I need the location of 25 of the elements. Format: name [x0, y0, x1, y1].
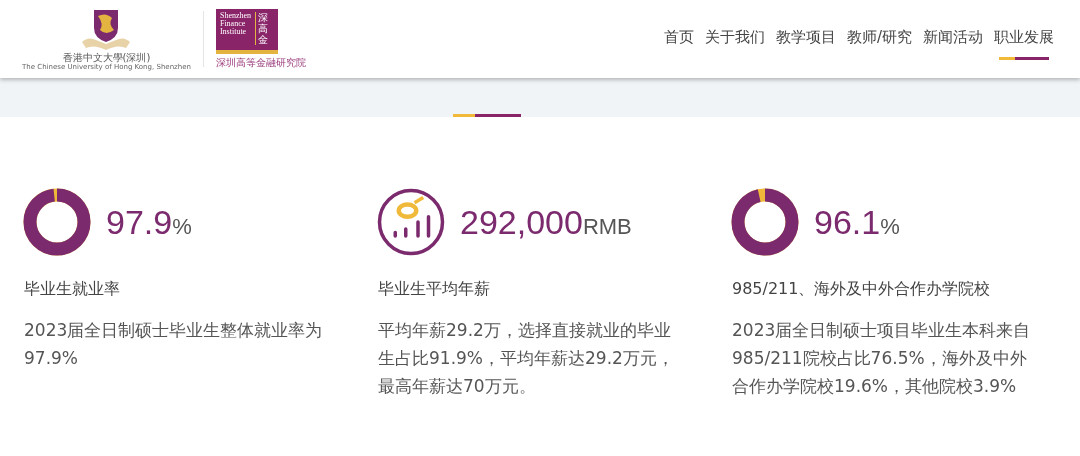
logo-text: 深高金 — [255, 11, 269, 45]
logo-text: Shenzhen — [219, 11, 252, 20]
stat-description: 2023届全日制硕士毕业生整体就业率为97.9% — [24, 319, 324, 370]
coin-chart-icon — [376, 187, 446, 257]
university-name: 香港中文大學(深圳) — [62, 51, 151, 63]
donut-chart-icon — [22, 187, 92, 257]
stat-label: 985/211、海外及中外合作办学院校 — [732, 279, 992, 300]
tab-indicator — [453, 114, 521, 117]
nav-link[interactable]: 职业发展 — [994, 28, 1054, 60]
stat-label: 毕业生平均年薪 — [378, 279, 491, 300]
nav-link[interactable]: 首页 — [663, 28, 694, 60]
nav-link[interactable]: 教师/研究 — [846, 28, 912, 60]
nav-link[interactable]: 教学项目 — [775, 28, 836, 60]
institute-name: 深圳高等金融研究院 — [215, 55, 306, 70]
stat-description: 2023届全日制硕士项目毕业生本科来自985/211院校占比76.5%，海外及中外合作办学院校19.6%，其他院校3.9% — [732, 319, 1032, 398]
donut-chart-icon — [730, 187, 800, 257]
stat-description: 平均年薪29.2万，选择直接就业的毕业生占比91.9%，平均年薪达29.2万元，最高年薪达70万元。 — [378, 319, 675, 398]
stat-label: 毕业生就业率 — [24, 279, 121, 300]
stat-value: 97.9% — [106, 202, 192, 242]
logo-text: Finance — [219, 19, 247, 28]
logo-text: Institute — [219, 28, 248, 37]
nav-link[interactable]: 新闻活动 — [923, 28, 983, 60]
stat-value: 292,000RMB — [460, 202, 632, 242]
nav-link[interactable]: 关于我们 — [704, 28, 765, 60]
stat-value: 96.1% — [814, 202, 900, 242]
